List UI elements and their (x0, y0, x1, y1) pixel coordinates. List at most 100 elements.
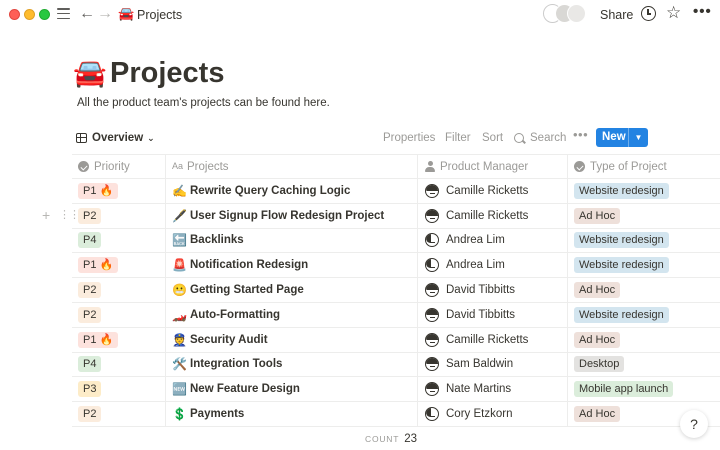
properties-button[interactable]: Properties (383, 131, 435, 145)
project-name[interactable]: Security Audit (190, 334, 268, 346)
sidebar-menu-icon[interactable] (57, 8, 70, 20)
minimize-window-button[interactable] (24, 9, 35, 20)
page-icon[interactable]: 🚘 (73, 56, 107, 90)
new-options-chevron-icon[interactable]: ▼ (628, 128, 648, 147)
project-name[interactable]: Backlinks (190, 234, 244, 246)
manager-cell[interactable]: Andrea Lim (418, 253, 568, 278)
project-cell[interactable]: 🚨 Notification Redesign (166, 253, 418, 278)
project-emoji-icon: ✍️ (172, 183, 187, 198)
manager-cell[interactable]: Camille Ricketts (418, 203, 568, 228)
drag-handle-icon[interactable]: ⋮⋮ (59, 208, 80, 222)
header-label: Product Manager (440, 160, 529, 173)
project-name[interactable]: User Signup Flow Redesign Project (190, 210, 384, 222)
favorite-star-icon[interactable]: ☆ (666, 3, 681, 23)
project-cell[interactable]: 🆕 New Feature Design (166, 377, 418, 402)
type-cell[interactable]: Desktop (568, 353, 720, 377)
project-name[interactable]: New Feature Design (190, 383, 300, 395)
manager-cell[interactable]: Sam Baldwin (418, 352, 568, 377)
type-cell[interactable]: Ad Hoc (568, 278, 720, 302)
table-row[interactable]: P4 🛠️ Integration Tools Sam Baldwin Desktop (72, 352, 720, 378)
project-name[interactable]: Integration Tools (190, 358, 282, 370)
type-cell[interactable]: Website redesign (568, 179, 720, 203)
close-window-button[interactable] (9, 9, 20, 20)
type-cell[interactable]: Website redesign (568, 229, 720, 253)
priority-cell[interactable]: P4 (72, 352, 166, 377)
priority-cell[interactable]: P3 (72, 377, 166, 402)
project-name[interactable]: Notification Redesign (190, 259, 308, 271)
project-cell[interactable]: ✍️ Rewrite Query Caching Logic (166, 179, 418, 203)
new-button[interactable]: New ▼ (596, 128, 648, 147)
type-cell[interactable]: Mobile app launch (568, 377, 720, 401)
table-row[interactable]: P2 😬 Getting Started Page David Tibbitts Ad … (72, 278, 720, 303)
header-priority[interactable]: Priority (72, 155, 166, 178)
more-options-icon[interactable]: ••• (693, 3, 712, 21)
page-description[interactable]: All the product team's projects can be f… (77, 95, 330, 111)
table-row[interactable]: P3 🆕 New Feature Design Nate Martins Mobile … (72, 377, 720, 403)
table-header-row: Priority Aa Projects Product Manager Typ… (72, 154, 720, 179)
manager-cell[interactable]: Camille Ricketts (418, 327, 568, 352)
table-row[interactable]: P2 💲 Payments Cory Etzkorn Ad Hoc (72, 402, 720, 427)
share-button[interactable]: Share (600, 7, 633, 23)
priority-cell[interactable]: P2 (72, 278, 166, 302)
project-cell[interactable]: 💲 Payments (166, 402, 418, 426)
project-emoji-icon: 👮 (172, 332, 187, 347)
priority-cell[interactable]: P1 🔥 (72, 253, 166, 278)
manager-cell[interactable]: Andrea Lim (418, 228, 568, 253)
maximize-window-button[interactable] (39, 9, 50, 20)
forward-arrow-icon[interactable]: → (97, 4, 113, 24)
header-product-manager[interactable]: Product Manager (418, 155, 568, 178)
updates-clock-icon[interactable] (641, 6, 656, 21)
project-cell[interactable]: 🏎️ Auto-Formatting (166, 302, 418, 327)
type-cell[interactable]: Ad Hoc (568, 328, 720, 352)
add-row-icon[interactable]: + (42, 208, 50, 222)
table-row[interactable]: P2 🏎️ Auto-Formatting David Tibbitts Website… (72, 302, 720, 328)
table-row[interactable]: P2 🖋️User Signup Flow Redesign Project⤢ O… (72, 203, 720, 229)
table-view-icon (76, 133, 87, 143)
table-row[interactable]: P4 🔙 Backlinks Andrea Lim Website redesign (72, 228, 720, 254)
breadcrumb[interactable]: Projects (137, 7, 182, 23)
priority-cell[interactable]: P1 🔥 (72, 179, 166, 203)
table-row[interactable]: P1 🔥 👮 Security Audit Camille Ricketts Ad Ho… (72, 327, 720, 353)
manager-cell[interactable]: Nate Martins (418, 377, 568, 402)
project-name[interactable]: Payments (190, 408, 244, 420)
manager-cell[interactable]: David Tibbitts (418, 302, 568, 327)
search-button[interactable]: Search (514, 131, 566, 145)
type-tag: Website redesign (574, 306, 669, 323)
filter-button[interactable]: Filter (445, 131, 471, 145)
project-cell[interactable]: 🖋️User Signup Flow Redesign Project⤢ OPE… (166, 203, 418, 228)
breadcrumb-car-icon[interactable]: 🚘 (118, 6, 134, 22)
manager-cell[interactable]: Cory Etzkorn (418, 402, 568, 426)
priority-cell[interactable]: P2 (72, 203, 166, 228)
search-label: Search (530, 132, 567, 144)
project-cell[interactable]: 🔙 Backlinks (166, 228, 418, 253)
avatar (425, 357, 439, 372)
collaborator-avatars[interactable] (543, 4, 589, 24)
page-title[interactable]: Projects (110, 55, 224, 91)
type-cell[interactable]: Website redesign (568, 253, 720, 277)
project-name[interactable]: Getting Started Page (190, 284, 304, 296)
priority-cell[interactable]: P4 (72, 228, 166, 253)
manager-cell[interactable]: Camille Ricketts (418, 179, 568, 203)
help-button[interactable]: ? (680, 410, 708, 438)
project-cell[interactable]: 👮 Security Audit (166, 327, 418, 352)
view-label: Overview (92, 132, 144, 144)
table-row[interactable]: P1 🔥 ✍️ Rewrite Query Caching Logic Camille… (72, 179, 720, 204)
type-cell[interactable]: Website redesign (568, 303, 720, 327)
project-cell[interactable]: 🛠️ Integration Tools (166, 352, 418, 377)
priority-cell[interactable]: P2 (72, 302, 166, 327)
table-row[interactable]: P1 🔥 🚨 Notification Redesign Andrea Lim Webs… (72, 253, 720, 279)
priority-cell[interactable]: P1 🔥 (72, 327, 166, 352)
project-name[interactable]: Rewrite Query Caching Logic (190, 185, 350, 197)
back-arrow-icon[interactable]: ← (79, 4, 95, 24)
manager-cell[interactable]: David Tibbitts (418, 278, 568, 302)
header-type-of-project[interactable]: Type of Project (568, 155, 720, 178)
title-bar: ← → 🚘 Projects Share ☆ ••• (0, 0, 720, 30)
type-cell[interactable]: Ad Hoc (568, 204, 720, 228)
view-more-icon[interactable]: ••• (573, 128, 588, 142)
project-cell[interactable]: 😬 Getting Started Page (166, 278, 418, 302)
sort-button[interactable]: Sort (482, 131, 503, 145)
project-name[interactable]: Auto-Formatting (190, 309, 280, 321)
priority-cell[interactable]: P2 (72, 402, 166, 426)
view-selector[interactable]: Overview ⌄ (76, 129, 155, 147)
header-projects[interactable]: Aa Projects (166, 155, 418, 178)
